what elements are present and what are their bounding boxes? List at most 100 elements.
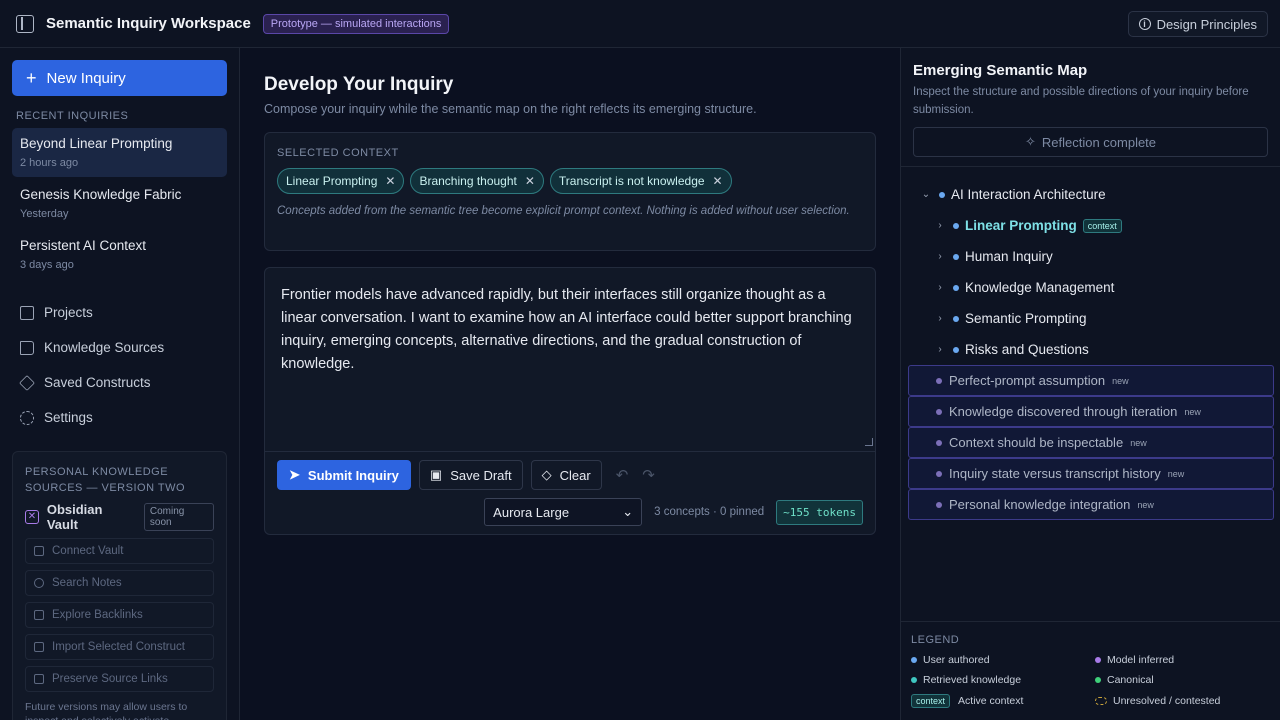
- tree-node[interactable]: › Human Inquiry: [901, 241, 1280, 272]
- shield-icon: [34, 674, 44, 684]
- legend-label: User authored: [923, 654, 990, 666]
- legend-label: Unresolved / contested: [1113, 695, 1221, 707]
- clear-button[interactable]: ◇ Clear: [530, 460, 602, 490]
- vault-icon: ✕: [25, 510, 39, 524]
- new-inquiry-button[interactable]: + New Inquiry: [12, 60, 227, 96]
- inferred-node[interactable]: Perfect-prompt assumption new: [908, 365, 1274, 396]
- save-icon: ▣: [429, 467, 443, 482]
- recent-inquiry-time: 2 hours ago: [20, 157, 79, 169]
- context-chip[interactable]: Branching thought ✕: [410, 168, 544, 194]
- user-authored-dot-icon: [939, 191, 945, 198]
- context-chip[interactable]: Transcript is not knowledge ✕: [549, 168, 732, 194]
- legend-label: Canonical: [1107, 674, 1154, 686]
- pks-action-label: Preserve Source Links: [52, 673, 168, 685]
- model-inferred-dot-icon: [936, 408, 942, 415]
- selected-context-box: SELECTED CONTEXT Linear Prompting ✕ Bran…: [264, 132, 876, 251]
- recent-inquiry-title: Beyond Linear Prompting: [20, 136, 173, 151]
- new-tag: new: [1130, 437, 1147, 448]
- user-authored-dot-icon: [911, 657, 917, 663]
- inferred-node[interactable]: Context should be inspectable new: [908, 427, 1274, 458]
- link-icon: [34, 546, 44, 556]
- coming-soon-badge: Coming soon: [143, 503, 214, 531]
- concept-stats: 3 concepts · 0 pinned: [654, 506, 765, 518]
- tree-node[interactable]: › Risks and Questions: [901, 334, 1280, 365]
- chevron-right-icon[interactable]: ›: [933, 344, 947, 355]
- import-construct-button: Import Selected Construct: [25, 634, 214, 660]
- save-draft-button[interactable]: ▣ Save Draft: [418, 460, 523, 490]
- inferred-node-label: Inquiry state versus transcript history: [949, 466, 1161, 481]
- recent-inquiry-item[interactable]: Genesis Knowledge Fabric Yesterday: [12, 179, 227, 228]
- save-draft-label: Save Draft: [450, 467, 512, 483]
- semantic-tree: ⌄ AI Interaction Architecture › Linear P…: [901, 166, 1280, 520]
- submit-label: Submit Inquiry: [307, 467, 399, 483]
- chain-icon: [34, 610, 44, 620]
- recent-inquiry-title: Persistent AI Context: [20, 238, 147, 253]
- tree-node[interactable]: › Linear Prompting context: [901, 210, 1280, 241]
- personal-knowledge-sources-panel: PERSONAL KNOWLEDGE SOURCES — VERSION TWO…: [12, 451, 227, 720]
- inferred-node[interactable]: Knowledge discovered through iteration n…: [908, 396, 1274, 427]
- legend-item: Unresolved / contested: [1095, 694, 1275, 708]
- pks-heading: PERSONAL KNOWLEDGE SOURCES — VERSION TWO: [25, 466, 186, 494]
- legend-item: Canonical: [1095, 674, 1275, 686]
- tree-node-label: Human Inquiry: [965, 249, 1053, 264]
- recent-inquiry-item[interactable]: Beyond Linear Prompting 2 hours ago: [12, 128, 227, 177]
- inferred-node[interactable]: Personal knowledge integration new: [908, 489, 1274, 520]
- context-chip[interactable]: Linear Prompting ✕: [277, 168, 405, 194]
- recent-inquiry-item[interactable]: Persistent AI Context 3 days ago: [12, 230, 227, 279]
- design-principles-label: Design Principles: [1156, 16, 1257, 32]
- search-icon: [34, 578, 44, 588]
- model-inferred-dot-icon: [1095, 657, 1101, 663]
- tree-node-root[interactable]: ⌄ AI Interaction Architecture: [901, 179, 1280, 210]
- new-tag: new: [1112, 375, 1129, 386]
- pks-action-label: Search Notes: [52, 577, 122, 589]
- top-bar: Semantic Inquiry Workspace Prototype — s…: [0, 0, 1280, 48]
- nav-item-saved-constructs[interactable]: Saved Constructs: [12, 365, 227, 400]
- remove-chip-icon[interactable]: ✕: [525, 174, 535, 188]
- legend-item: Model inferred: [1095, 654, 1275, 666]
- undo-icon[interactable]: ↶: [616, 466, 629, 484]
- chevron-right-icon[interactable]: ›: [933, 251, 947, 262]
- nav-item-label: Settings: [44, 410, 93, 425]
- inquiry-editor: Frontier models have advanced rapidly, b…: [264, 267, 876, 535]
- page-title: Develop Your Inquiry: [264, 74, 454, 95]
- clear-label: Clear: [559, 467, 591, 483]
- chevron-right-icon[interactable]: ›: [933, 313, 947, 324]
- design-principles-button[interactable]: i Design Principles: [1127, 11, 1268, 37]
- vault-row: ✕ Obsidian Vault Coming soon: [25, 502, 214, 532]
- canonical-dot-icon: [1095, 677, 1101, 683]
- inquiry-textarea[interactable]: Frontier models have advanced rapidly, b…: [265, 268, 875, 452]
- legend-title: LEGEND: [911, 634, 960, 646]
- context-note: Concepts added from the semantic tree be…: [277, 205, 850, 217]
- tree-node[interactable]: › Knowledge Management: [901, 272, 1280, 303]
- model-select[interactable]: Aurora Large ⌄: [484, 498, 643, 526]
- nav-item-projects[interactable]: Projects: [12, 295, 227, 330]
- chevron-down-icon[interactable]: ⌄: [919, 189, 933, 200]
- chevron-right-icon[interactable]: ›: [933, 220, 947, 231]
- tree-node[interactable]: › Semantic Prompting: [901, 303, 1280, 334]
- user-authored-dot-icon: [953, 346, 959, 353]
- remove-chip-icon[interactable]: ✕: [385, 174, 395, 188]
- inferred-node[interactable]: Inquiry state versus transcript history …: [908, 458, 1274, 489]
- nav-item-knowledge-sources[interactable]: Knowledge Sources: [12, 330, 227, 365]
- resize-handle-icon[interactable]: [865, 438, 873, 446]
- prototype-badge: Prototype — simulated interactions: [262, 13, 450, 34]
- recent-inquiry-title: Genesis Knowledge Fabric: [20, 187, 182, 202]
- pks-footer: Future versions may allow users to inspe…: [25, 701, 188, 720]
- nav-item-label: Knowledge Sources: [44, 340, 165, 355]
- context-tag: context: [1082, 218, 1122, 233]
- sidebar-toggle-icon[interactable]: [16, 14, 34, 33]
- remove-chip-icon[interactable]: ✕: [713, 174, 723, 188]
- legend: LEGEND User authored Model inferred Retr…: [901, 621, 1280, 720]
- tree-node-label: Knowledge Management: [965, 280, 1115, 295]
- semantic-map-panel: Emerging Semantic Map Inspect the struct…: [900, 48, 1280, 720]
- inferred-node-label: Context should be inspectable: [949, 435, 1124, 450]
- redo-icon[interactable]: ↷: [642, 466, 655, 484]
- chevron-right-icon[interactable]: ›: [933, 282, 947, 293]
- chip-label: Branching thought: [419, 174, 517, 188]
- page-subtitle: Compose your inquiry while the semantic …: [264, 102, 757, 116]
- submit-inquiry-button[interactable]: ➤ Submit Inquiry: [277, 460, 411, 490]
- info-icon: i: [1138, 18, 1151, 30]
- selected-context-label: SELECTED CONTEXT: [277, 147, 399, 159]
- nav-item-settings[interactable]: Settings: [12, 400, 227, 435]
- nav-item-label: Projects: [44, 305, 93, 320]
